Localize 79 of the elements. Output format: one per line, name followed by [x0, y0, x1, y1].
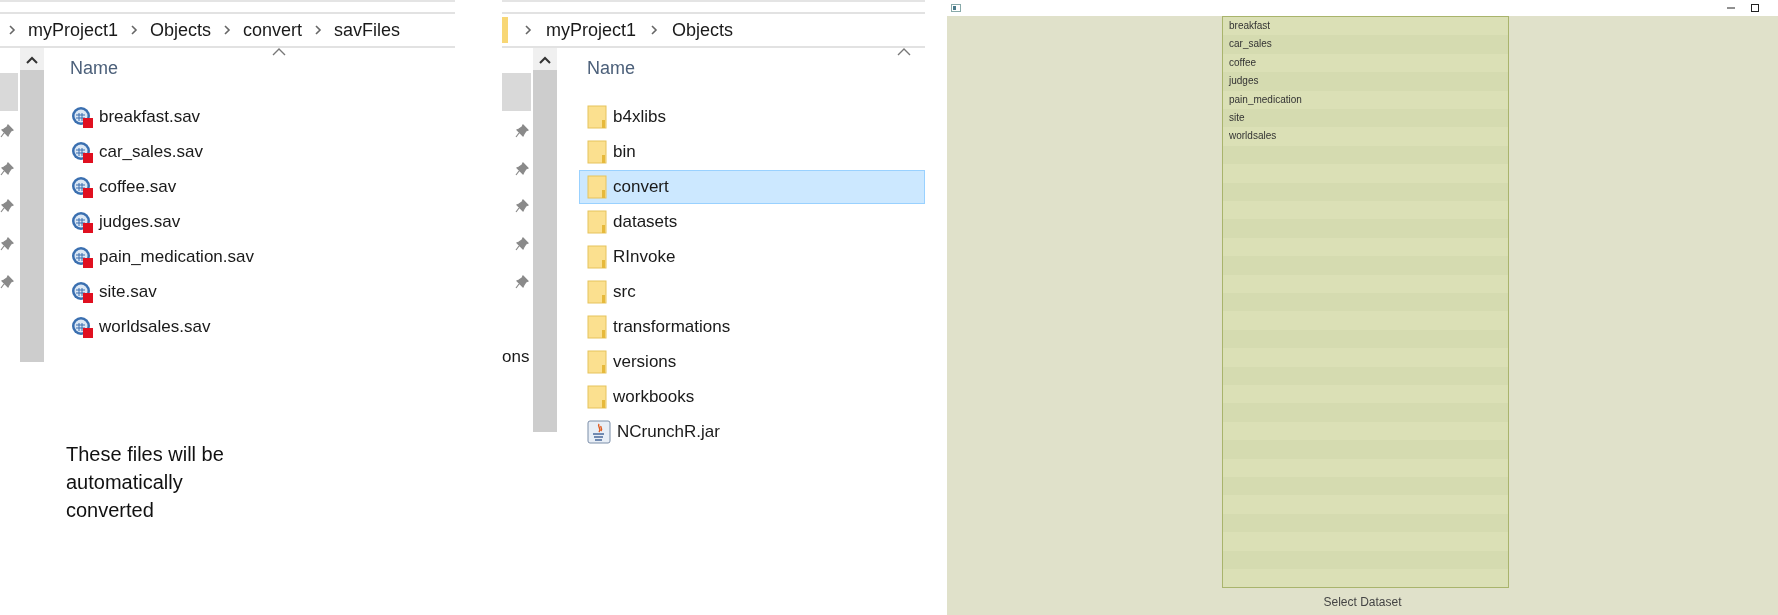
- file-item[interactable]: bin: [579, 135, 925, 169]
- dataset-item[interactable]: site: [1223, 108, 1508, 128]
- maximize-icon[interactable]: [1750, 3, 1760, 13]
- folder-icon: [587, 210, 607, 234]
- breadcrumb-item[interactable]: myProject1: [546, 19, 637, 41]
- address-bar[interactable]: myProject1 Objects: [502, 12, 925, 48]
- pin-icon[interactable]: [515, 237, 529, 251]
- folder-icon: [587, 280, 607, 304]
- file-item[interactable]: worldsales.sav: [70, 310, 455, 344]
- file-item[interactable]: versions: [579, 345, 925, 379]
- folder-icon: [587, 140, 607, 164]
- pin-icon[interactable]: [0, 275, 14, 289]
- folder-icon: [587, 105, 607, 129]
- chevron-icon[interactable]: [8, 24, 16, 36]
- dataset-item[interactable]: pain_medication: [1223, 90, 1508, 109]
- dataset-item[interactable]: judges: [1223, 72, 1508, 91]
- scroll-up-icon[interactable]: [26, 56, 38, 64]
- file-item[interactable]: NCrunchR.jar: [579, 415, 925, 449]
- pin-icon[interactable]: [0, 237, 14, 251]
- file-item[interactable]: b4xlibs: [579, 100, 925, 134]
- nav-highlight: [502, 73, 531, 111]
- folder-icon: [587, 350, 607, 374]
- sort-caret-icon[interactable]: [897, 48, 911, 56]
- data-file-icon: [71, 281, 93, 303]
- chevron-icon[interactable]: [524, 24, 532, 36]
- file-item[interactable]: site.sav: [70, 275, 455, 309]
- breadcrumb-item[interactable]: convert: [243, 19, 303, 41]
- folder-icon: [587, 315, 607, 339]
- column-header[interactable]: Name: [587, 58, 925, 100]
- pin-icon[interactable]: [0, 199, 14, 213]
- column-header[interactable]: Name: [70, 58, 455, 100]
- chevron-icon[interactable]: [650, 24, 659, 36]
- pin-icon[interactable]: [515, 275, 529, 289]
- file-item[interactable]: convert: [579, 170, 925, 204]
- pin-icon[interactable]: [515, 199, 529, 213]
- java-file-icon: [587, 420, 611, 444]
- folder-icon: [587, 385, 607, 409]
- data-file-icon: [71, 141, 93, 163]
- file-item[interactable]: coffee.sav: [70, 170, 455, 204]
- file-item[interactable]: transformations: [579, 310, 925, 344]
- sort-caret-icon[interactable]: [272, 48, 286, 56]
- breadcrumb-item[interactable]: savFiles: [334, 19, 401, 41]
- pin-icon[interactable]: [0, 124, 14, 138]
- chevron-icon[interactable]: [130, 24, 139, 36]
- folder-icon: [587, 245, 607, 269]
- dataset-item[interactable]: car_sales: [1223, 35, 1508, 54]
- file-item[interactable]: pain_medication.sav: [70, 240, 455, 274]
- file-item[interactable]: datasets: [579, 205, 925, 239]
- nav-highlight: [0, 73, 18, 111]
- nav-label[interactable]: ons: [502, 347, 531, 367]
- data-file-icon: [71, 246, 93, 268]
- note-text: These files will be automatically converted: [66, 442, 225, 523]
- footer-label: Select Dataset: [1323, 595, 1402, 609]
- breadcrumb-item[interactable]: Objects: [150, 19, 212, 41]
- pin-icon[interactable]: [515, 124, 529, 138]
- breadcrumb-item[interactable]: Objects: [672, 19, 734, 41]
- dataset-item[interactable]: coffee: [1223, 53, 1508, 73]
- file-item[interactable]: workbooks: [579, 380, 925, 414]
- data-file-icon: [71, 176, 93, 198]
- data-file-icon: [71, 106, 93, 128]
- app-icon: [951, 4, 961, 12]
- file-item[interactable]: car_sales.sav: [70, 135, 455, 169]
- data-file-icon: [71, 316, 93, 338]
- pin-icon[interactable]: [515, 162, 529, 176]
- folder-icon: [502, 17, 508, 43]
- file-item[interactable]: RInvoke: [579, 240, 925, 274]
- file-item[interactable]: src: [579, 275, 925, 309]
- data-file-icon: [71, 211, 93, 233]
- dataset-item[interactable]: breakfast: [1223, 17, 1508, 36]
- pin-icon[interactable]: [0, 162, 14, 176]
- chevron-icon[interactable]: [223, 24, 232, 36]
- scroll-up-icon[interactable]: [539, 56, 551, 64]
- chevron-icon[interactable]: [314, 24, 323, 36]
- folder-icon: [587, 175, 607, 199]
- file-item[interactable]: judges.sav: [70, 205, 455, 239]
- dataset-item[interactable]: worldsales: [1223, 127, 1508, 146]
- breadcrumb-item[interactable]: myProject1: [28, 19, 119, 41]
- file-item[interactable]: breakfast.sav: [70, 100, 455, 134]
- address-bar[interactable]: myProject1 Objects convert savFiles: [0, 12, 455, 48]
